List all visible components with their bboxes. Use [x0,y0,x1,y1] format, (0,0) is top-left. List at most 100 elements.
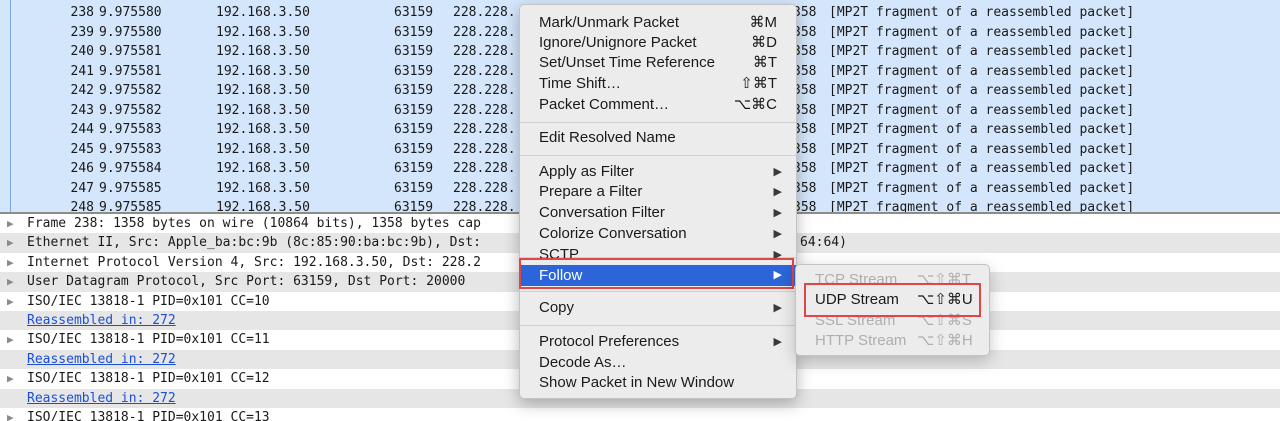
packet-cell-info: [MP2T fragment of a reassembled packet] [829,122,1135,137]
follow-highlight-annotation [519,258,794,289]
menu-item-shortcut: ⌘D [751,34,777,51]
packet-cell-dst: 228.228. [453,44,516,59]
menu-item-shortcut: ⌥⌘C [733,96,777,113]
packet-cell-src: 192.168.3.50 [216,200,310,212]
menu-item-colorize-conversation[interactable]: Colorize Conversation ▶ [520,224,796,244]
expand-triangle-icon[interactable]: ▶ [7,253,14,272]
packet-cell-src: 192.168.3.50 [216,83,310,98]
packet-cell-src: 192.168.3.50 [216,141,310,157]
packet-cell-src: 192.168.3.50 [216,161,310,176]
submenu-arrow-icon: ▶ [773,228,782,240]
menu-separator [520,291,796,292]
packet-cell-no: 243 [70,102,94,118]
reassembled-in-link[interactable]: Reassembled in: 272 [27,389,176,408]
detail-tree-row[interactable]: ▶ ISO/IEC 13818-1 PID=0x101 CC=13 [0,408,1280,421]
packet-cell-time: 9.975582 [99,102,162,118]
packet-cell-info: [MP2T fragment of a reassembled packet] [829,5,1135,20]
packet-cell-time: 9.975585 [99,180,162,196]
menu-separator [520,325,796,326]
detail-text: ISO/IEC 13818-1 PID=0x101 CC=11 [27,332,270,348]
packet-cell-no: 239 [70,24,94,40]
packet-cell-info: [MP2T fragment of a reassembled packet] [829,63,1135,79]
packet-cell-no: 248 [70,200,94,212]
menu-item-decode-as[interactable]: Decode As… [520,353,796,373]
menu-item-shortcut: ⌘M [749,14,778,31]
packet-cell-no: 240 [70,44,94,59]
menu-item-label: Time Shift… [539,75,621,92]
menu-item-mark-unmark-packet[interactable]: Mark/Unmark Packet ⌘M [520,13,796,33]
menu-item-time-shift[interactable]: Time Shift… ⇧⌘T [520,74,796,94]
expand-triangle-icon[interactable]: ▶ [7,214,14,233]
packet-cell-time: 9.975580 [99,5,162,20]
menu-item-label: Decode As… [539,354,627,371]
menu-item-protocol-preferences[interactable]: Protocol Preferences ▶ [520,332,796,352]
detail-text: Frame 238: 1358 bytes on wire (10864 bit… [27,216,481,231]
packet-cell-time: 9.975585 [99,200,162,212]
menu-item-copy[interactable]: Copy ▶ [520,298,796,318]
menu-item-shortcut: ⇧⌘T [740,75,777,92]
expand-triangle-icon[interactable]: ▶ [7,233,14,252]
detail-text: ISO/IEC 13818-1 PID=0x101 CC=12 [27,371,270,387]
menu-separator [520,122,796,123]
expand-triangle-icon[interactable]: ▶ [7,369,14,388]
menu-item-ignore-unignore-packet[interactable]: Ignore/Unignore Packet ⌘D [520,33,796,53]
packet-cell-info: [MP2T fragment of a reassembled packet] [829,24,1135,40]
expand-triangle-icon[interactable]: ▶ [7,408,14,421]
packet-cell-port: 63159 [394,122,434,137]
menu-item-apply-as-filter[interactable]: Apply as Filter ▶ [520,162,796,182]
packet-cell-src: 192.168.3.50 [216,122,310,137]
packet-cell-dst: 228.228. [453,102,516,118]
expand-triangle-icon[interactable]: ▶ [7,330,14,349]
packet-cell-port: 63159 [394,63,434,79]
packet-cell-info: [MP2T fragment of a reassembled packet] [829,200,1135,212]
detail-text: User Datagram Protocol, Src Port: 63159,… [27,274,466,290]
menu-separator [520,155,796,156]
packet-cell-time: 9.975583 [99,122,162,137]
packet-cell-src: 192.168.3.50 [216,5,310,20]
menu-item-label: Mark/Unmark Packet [539,14,680,31]
menu-item-label: Ignore/Unignore Packet [539,34,697,51]
reassembled-in-link[interactable]: Reassembled in: 272 [27,350,176,369]
packet-cell-no: 246 [70,161,94,176]
packet-cell-dst: 228.228. [453,24,516,40]
packet-cell-dst: 228.228. [453,161,516,176]
packet-cell-src: 192.168.3.50 [216,44,310,59]
menu-item-set-unset-time-reference[interactable]: Set/Unset Time Reference ⌘T [520,53,796,73]
menu-item-label: Conversation Filter [539,204,665,221]
menu-item-edit-resolved-name[interactable]: Edit Resolved Name [520,128,796,148]
submenu-arrow-icon: ▶ [773,207,782,219]
packet-cell-info: [MP2T fragment of a reassembled packet] [829,102,1135,118]
udp-stream-highlight-annotation [804,283,981,317]
packet-cell-no: 242 [70,83,94,98]
menu-item-conversation-filter[interactable]: Conversation Filter ▶ [520,203,796,223]
detail-text: ISO/IEC 13818-1 PID=0x101 CC=13 [27,410,270,421]
menu-item-label: Edit Resolved Name [539,129,676,146]
menu-item-label: Prepare a Filter [539,183,643,200]
expand-triangle-icon[interactable]: ▶ [7,272,14,291]
packet-cell-info: [MP2T fragment of a reassembled packet] [829,161,1135,176]
menu-item-show-packet-in-new-window[interactable]: Show Packet in New Window [520,373,796,393]
menu-item-shortcut: ⌘T [752,54,777,71]
menu-item-packet-comment[interactable]: Packet Comment… ⌥⌘C [520,95,796,115]
submenu-item-label: HTTP Stream [815,332,907,349]
reassembled-in-link[interactable]: Reassembled in: 272 [27,311,176,330]
packet-cell-no: 245 [70,141,94,157]
packet-cell-src: 192.168.3.50 [216,24,310,40]
menu-item-label: Set/Unset Time Reference [539,54,715,71]
packet-cell-src: 192.168.3.50 [216,180,310,196]
packet-cell-port: 63159 [394,161,434,176]
menu-item-label: Colorize Conversation [539,225,687,242]
packet-cell-info: [MP2T fragment of a reassembled packet] [829,44,1135,59]
packet-cell-info: [MP2T fragment of a reassembled packet] [829,83,1135,98]
packet-cell-time: 9.975583 [99,141,162,157]
menu-item-label: Show Packet in New Window [539,374,735,391]
submenu-item-http-stream: HTTP Stream ⌥⇧⌘H [796,331,989,351]
detail-text: Ethernet II, Src: Apple_ba:bc:9b (8c:85:… [27,235,481,251]
submenu-arrow-icon: ▶ [773,166,782,178]
expand-triangle-icon[interactable]: ▶ [7,292,14,311]
packet-cell-dst: 228.228. [453,122,516,137]
packet-cell-time: 9.975584 [99,161,162,176]
packet-cell-dst: 228.228. [453,63,516,79]
menu-item-prepare-a-filter[interactable]: Prepare a Filter ▶ [520,182,796,202]
submenu-arrow-icon: ▶ [773,336,782,348]
